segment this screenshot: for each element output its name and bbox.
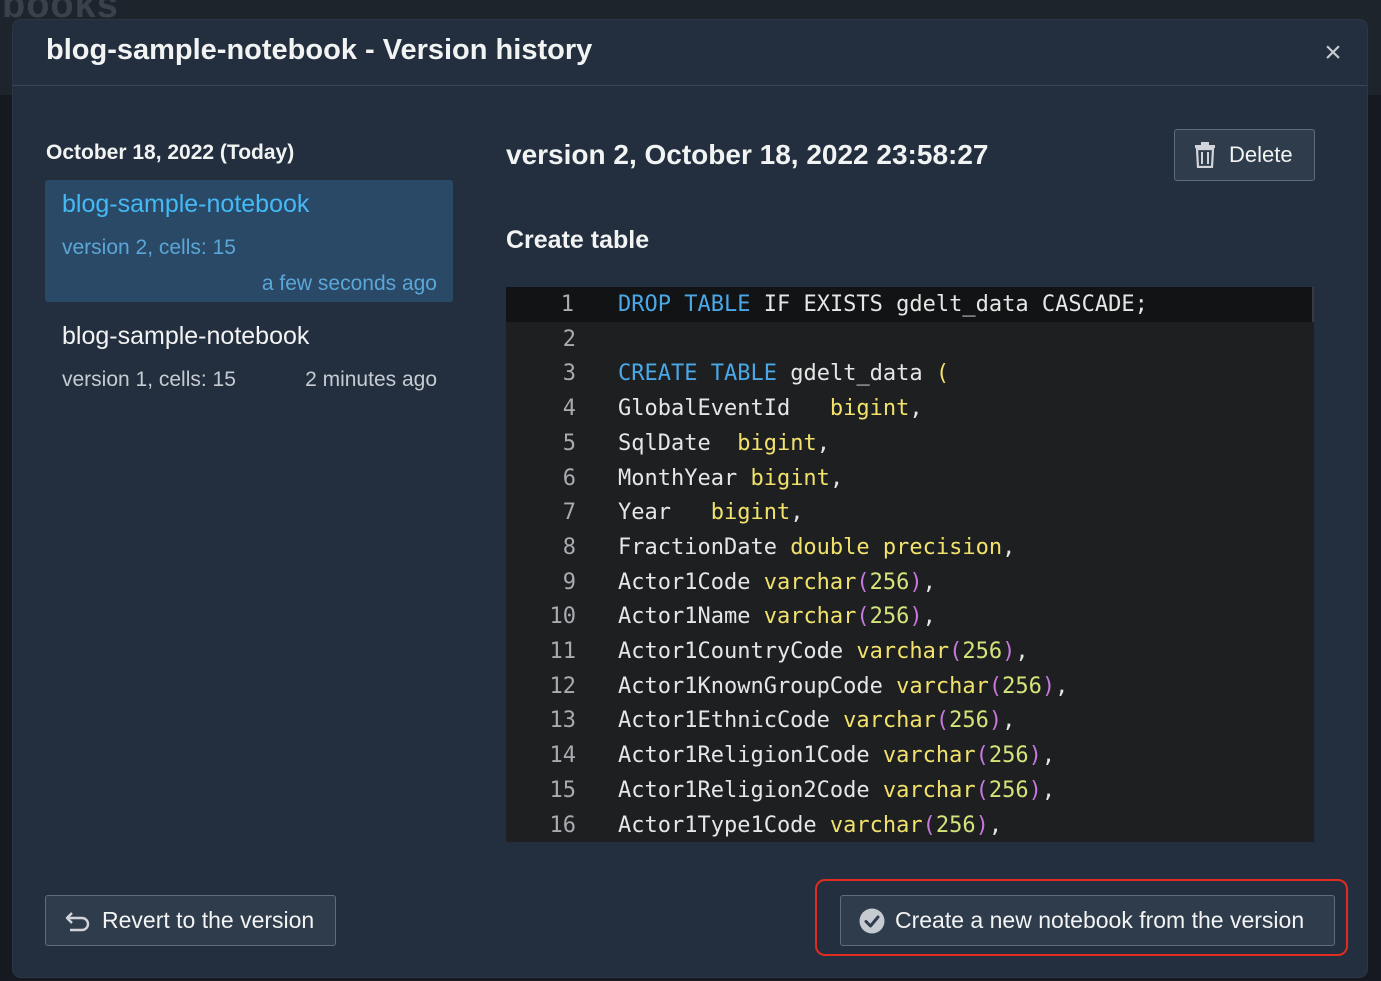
version-meta: version 1, cells: 15: [62, 368, 236, 391]
line-number: 10: [549, 604, 577, 630]
version-list-item-1[interactable]: blog-sample-notebook version 1, cells: 1…: [45, 316, 453, 406]
code-line: 1 DROP TABLE IF EXISTS gdelt_data CASCADE…: [506, 287, 1314, 322]
trash-icon: [1195, 142, 1215, 168]
code-text: Actor1CountryCode varchar(256),: [618, 639, 1029, 664]
code-text: DROP TABLE IF EXISTS gdelt_data CASCADE;: [618, 292, 1148, 317]
highlight-annotation: [815, 879, 1348, 956]
code-line: 10 Actor1Name varchar(256),: [506, 599, 1314, 634]
code-text: Actor1Type1Code varchar(256),: [618, 812, 1003, 838]
line-number: 1: [560, 292, 574, 317]
code-line: 14 Actor1Religion1Code varchar(256),: [506, 738, 1314, 773]
line-number: 11: [549, 639, 577, 664]
code-line: 12 Actor1KnownGroupCode varchar(256),: [506, 669, 1314, 704]
code-line: 2: [506, 322, 1314, 357]
modal-title: blog-sample-notebook - Version history: [46, 34, 593, 66]
code-line: 6 MonthYear bigint,: [506, 461, 1314, 496]
version-meta: version 2, cells: 15: [62, 236, 236, 259]
version-name: blog-sample-notebook: [62, 190, 310, 218]
code-text: SqlDate bigint,: [618, 430, 830, 456]
code-text: MonthYear bigint,: [618, 465, 844, 491]
modal-header: blog-sample-notebook - Version history ×: [13, 20, 1367, 86]
line-number: 12: [549, 673, 577, 699]
revert-button[interactable]: Revert to the version: [45, 895, 336, 946]
code-line: 13 Actor1EthnicCode varchar(256),: [506, 703, 1314, 738]
version-name: blog-sample-notebook: [62, 322, 310, 350]
undo-arrow-icon: [65, 911, 90, 931]
code-text: Actor1KnownGroupCode varchar(256),: [618, 673, 1069, 699]
code-line: 15 Actor1Religion2Code varchar(256),: [506, 773, 1314, 808]
code-editor[interactable]: 1 DROP TABLE IF EXISTS gdelt_data CASCADE…: [506, 287, 1314, 842]
delete-label: Delete: [1229, 142, 1293, 167]
line-number: 4: [562, 396, 576, 422]
date-heading: October 18, 2022 (Today): [46, 141, 295, 164]
code-text: Actor1Code varchar(256),: [618, 569, 936, 595]
line-number: 6: [562, 465, 576, 491]
code-text: GlobalEventId bigint,: [618, 396, 923, 422]
line-number: 14: [549, 743, 577, 769]
revert-label: Revert to the version: [102, 907, 315, 933]
code-text: FractionDate double precision,: [618, 534, 1016, 560]
version-time: 2 minutes ago: [305, 368, 437, 391]
line-number: 15: [549, 777, 577, 803]
code-line: 7 Year bigint,: [506, 495, 1314, 530]
line-number: 7: [562, 500, 576, 526]
line-number: 16: [549, 812, 577, 838]
code-line: 4 GlobalEventId bigint,: [506, 391, 1314, 426]
code-line: 16 Actor1Type1Code varchar(256),: [506, 808, 1314, 843]
code-line: 5 SqlDate bigint,: [506, 426, 1314, 461]
version-title: version 2, October 18, 2022 23:58:27: [506, 139, 989, 170]
code-line: 8 FractionDate double precision,: [506, 530, 1314, 565]
line-number: 5: [562, 430, 576, 456]
code-text: Actor1Name varchar(256),: [618, 604, 936, 630]
line-number: 9: [562, 569, 576, 595]
line-number: 2: [562, 326, 576, 352]
code-line: 3 CREATE TABLE gdelt_data (: [506, 356, 1314, 391]
version-history-modal: blog-sample-notebook - Version history ×…: [13, 20, 1367, 977]
code-text: Actor1Religion1Code varchar(256),: [618, 743, 1056, 769]
version-time: a few seconds ago: [261, 272, 437, 295]
code-line: 9 Actor1Code varchar(256),: [506, 565, 1314, 600]
version-list-item-2[interactable]: blog-sample-notebook version 2, cells: 1…: [45, 180, 453, 302]
code-text: CREATE TABLE gdelt_data (: [618, 361, 950, 387]
delete-button[interactable]: Delete: [1174, 129, 1315, 181]
cell-title: Create table: [506, 226, 650, 254]
code-line: 11 Actor1CountryCode varchar(256),: [506, 634, 1314, 669]
line-number: 13: [549, 708, 577, 734]
code-text: Actor1EthnicCode varchar(256),: [618, 708, 1016, 734]
close-icon[interactable]: ×: [1317, 38, 1349, 70]
line-number: 3: [562, 361, 576, 387]
code-text: Actor1Religion2Code varchar(256),: [618, 777, 1056, 803]
line-number: 8: [562, 534, 576, 560]
code-text: Year bigint,: [618, 500, 804, 526]
